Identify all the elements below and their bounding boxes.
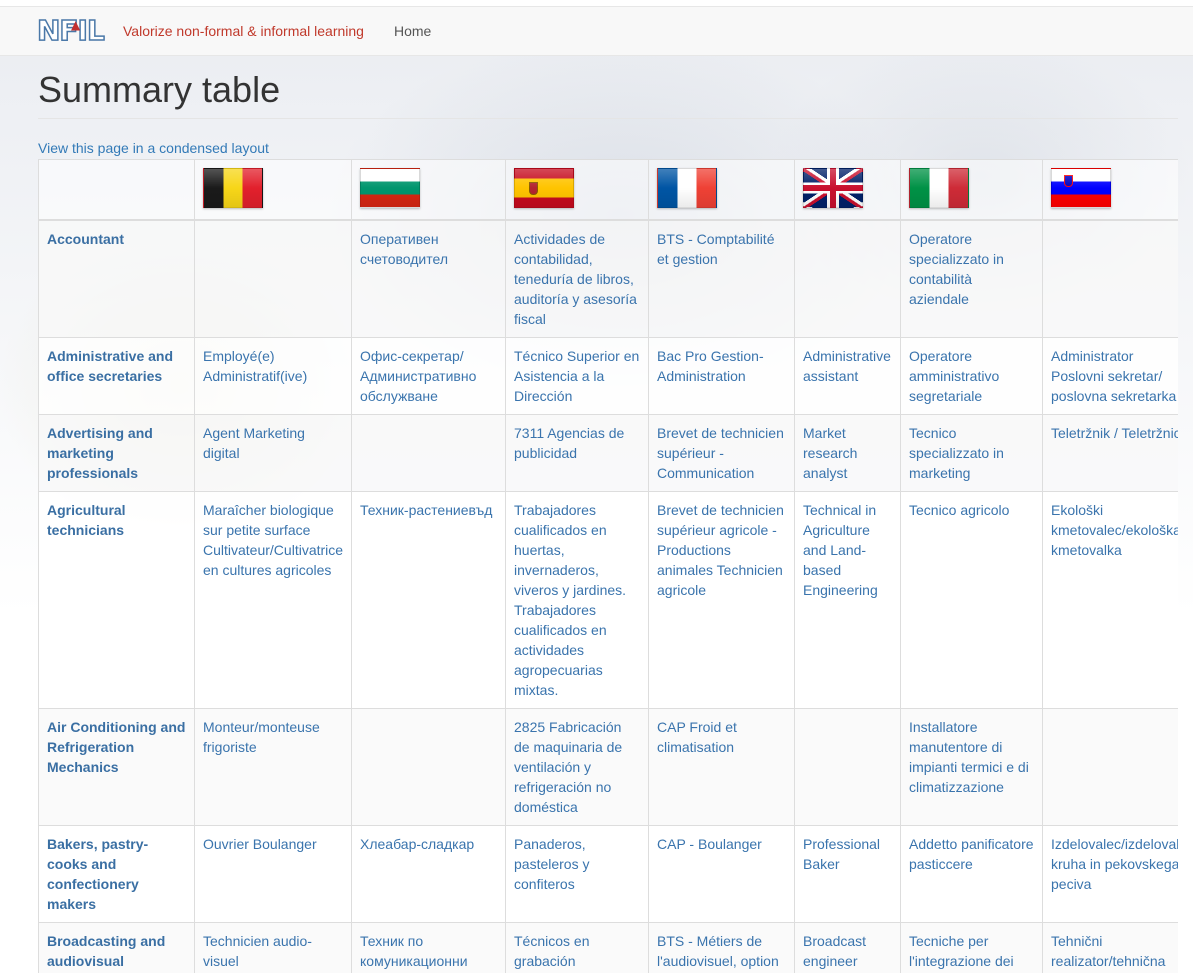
qualification-cell[interactable]: Tehnični realizator/tehnična realizatork… bbox=[1042, 921, 1178, 973]
table-header-row bbox=[38, 159, 1178, 221]
qualification-cell[interactable]: Actividades de contabilidad, teneduría d… bbox=[505, 219, 649, 338]
qualification-cell[interactable]: Monteur/monteuse frigoriste bbox=[194, 707, 352, 826]
qualification-cell[interactable]: Офис-секретар/ Административно обслужван… bbox=[351, 336, 506, 415]
site-logo[interactable]: NFIL ▲ bbox=[36, 15, 109, 47]
qualification-cell bbox=[794, 219, 901, 338]
qualification-cell[interactable]: Técnico Superior en Asistencia a la Dire… bbox=[505, 336, 649, 415]
qualification-cell bbox=[794, 707, 901, 826]
belgium-flag-icon bbox=[203, 168, 263, 208]
qualification-cell[interactable]: Bac Pro Gestion-Administration bbox=[648, 336, 795, 415]
table-row: Administrative and office secretaries Emp… bbox=[38, 336, 1178, 415]
qualification-cell[interactable]: Оперативен счетоводител bbox=[351, 219, 506, 338]
spain-flag-icon bbox=[514, 168, 574, 208]
header-flag-cell bbox=[1042, 159, 1178, 221]
table-row: Agricultural technicians Maraîcher biolog… bbox=[38, 490, 1178, 709]
spain-coat-of-arms-icon bbox=[529, 182, 538, 195]
qualification-cell[interactable]: Operatore specializzato in contabilità a… bbox=[900, 219, 1043, 338]
occupation-row-label[interactable]: Agricultural technicians bbox=[38, 490, 195, 709]
slovenia-coat-of-arms-icon bbox=[1064, 175, 1073, 187]
occupation-row-label[interactable]: Bakers, pastry-cooks and confectionery m… bbox=[38, 824, 195, 923]
occupation-row-label[interactable]: Advertising and marketing professionals bbox=[38, 413, 195, 492]
header-corner-cell bbox=[38, 159, 195, 221]
qualification-cell[interactable]: Administrative assistant bbox=[794, 336, 901, 415]
table-row: Advertising and marketing professionals A… bbox=[38, 413, 1178, 492]
qualification-cell bbox=[194, 219, 352, 338]
qualification-cell[interactable]: Administrator Poslovni sekretar/ poslovn… bbox=[1042, 336, 1178, 415]
qualification-cell[interactable]: Technicien audio-visuel bbox=[194, 921, 352, 973]
qualification-cell[interactable]: CAP - Boulanger bbox=[648, 824, 795, 923]
qualification-cell[interactable]: Brevet de technicien supérieur - Communi… bbox=[648, 413, 795, 492]
qualification-cell[interactable]: Tecniche per l'integrazione dei bbox=[900, 921, 1043, 973]
qualification-cell[interactable]: BTS - Métiers de l'audiovisuel, option bbox=[648, 921, 795, 973]
qualification-cell[interactable]: Professional Baker bbox=[794, 824, 901, 923]
header-flag-cell bbox=[194, 159, 352, 221]
table-row: Bakers, pastry-cooks and confectionery m… bbox=[38, 824, 1178, 923]
header-flag-cell bbox=[505, 159, 649, 221]
summary-table-scroll[interactable]: Accountant Оперативен счетоводител Activid… bbox=[38, 159, 1178, 973]
qualification-cell[interactable]: Broadcast engineer bbox=[794, 921, 901, 973]
qualification-cell[interactable]: 7311 Agencias de publicidad bbox=[505, 413, 649, 492]
uk-flag-icon bbox=[803, 168, 863, 208]
top-navbar: NFIL ▲ Valorize non-formal & informal le… bbox=[0, 6, 1193, 56]
qualification-cell[interactable]: Хлеабар-сладкар bbox=[351, 824, 506, 923]
occupation-row-label[interactable]: Broadcasting and audiovisual bbox=[38, 921, 195, 973]
table-row: Air Conditioning and Refrigeration Mecha… bbox=[38, 707, 1178, 826]
page-title: Summary table bbox=[38, 69, 281, 110]
graduation-cap-icon: ▲ bbox=[71, 18, 80, 32]
occupation-row-label[interactable]: Air Conditioning and Refrigeration Mecha… bbox=[38, 707, 195, 826]
qualification-cell[interactable]: Tecnico specializzato in marketing bbox=[900, 413, 1043, 492]
qualification-cell[interactable]: Market research analyst bbox=[794, 413, 901, 492]
qualification-cell[interactable]: Maraîcher biologique sur petite surface … bbox=[194, 490, 352, 709]
qualification-cell[interactable]: Addetto panificatore pasticcere bbox=[900, 824, 1043, 923]
qualification-cell[interactable]: Panaderos, pasteleros y confiteros bbox=[505, 824, 649, 923]
qualification-cell bbox=[351, 413, 506, 492]
qualification-cell[interactable]: Teletržnik / Teletržnica bbox=[1042, 413, 1178, 492]
summary-table: Accountant Оперативен счетоводител Activid… bbox=[38, 159, 1178, 973]
qualification-cell[interactable]: Trabajadores cualificados en huertas, in… bbox=[505, 490, 649, 709]
qualification-cell bbox=[351, 707, 506, 826]
qualification-cell[interactable]: Izdelovalec/izdelovalka kruha in pekovsk… bbox=[1042, 824, 1178, 923]
france-flag-icon bbox=[657, 168, 717, 208]
table-body: Accountant Оперативен счетоводител Activid… bbox=[38, 219, 1178, 973]
table-row: Broadcasting and audiovisual Technicien a… bbox=[38, 921, 1178, 973]
qualification-cell[interactable]: 2825 Fabricación de maquinaria de ventil… bbox=[505, 707, 649, 826]
qualification-cell[interactable]: CAP Froid et climatisation bbox=[648, 707, 795, 826]
qualification-cell[interactable]: Ekološki kmetovalec/ekološka kmetovalka bbox=[1042, 490, 1178, 709]
occupation-row-label[interactable]: Accountant bbox=[38, 219, 195, 338]
brand-link[interactable]: Valorize non-formal & informal learning bbox=[123, 7, 364, 55]
qualification-cell[interactable]: Operatore amministrativo segretariale bbox=[900, 336, 1043, 415]
header-flag-cell bbox=[900, 159, 1043, 221]
qualification-cell[interactable]: BTS - Comptabilité et gestion bbox=[648, 219, 795, 338]
occupation-row-label[interactable]: Administrative and office secretaries bbox=[38, 336, 195, 415]
header-flag-cell bbox=[648, 159, 795, 221]
qualification-cell[interactable]: Técnicos en grabación bbox=[505, 921, 649, 973]
header-flag-cell bbox=[351, 159, 506, 221]
qualification-cell bbox=[1042, 707, 1178, 826]
bulgaria-flag-icon bbox=[360, 168, 420, 208]
slovenia-flag-icon bbox=[1051, 168, 1111, 208]
nav-home-link[interactable]: Home bbox=[394, 7, 431, 55]
qualification-cell[interactable]: Installatore manutentore di impianti ter… bbox=[900, 707, 1043, 826]
qualification-cell[interactable]: Tecnico agricolo bbox=[900, 490, 1043, 709]
qualification-cell[interactable]: Agent Marketing digital bbox=[194, 413, 352, 492]
qualification-cell[interactable]: Ouvrier Boulanger bbox=[194, 824, 352, 923]
qualification-cell bbox=[1042, 219, 1178, 338]
italy-flag-icon bbox=[909, 168, 969, 208]
title-divider bbox=[38, 118, 1178, 119]
qualification-cell[interactable]: Employé(e) Administratif(ive) bbox=[194, 336, 352, 415]
qualification-cell[interactable]: Technical in Agriculture and Land-based … bbox=[794, 490, 901, 709]
condensed-layout-link[interactable]: View this page in a condensed layout bbox=[38, 140, 269, 156]
qualification-cell[interactable]: Техник-растениевъд bbox=[351, 490, 506, 709]
qualification-cell[interactable]: Техник по комуникационни bbox=[351, 921, 506, 973]
qualification-cell[interactable]: Brevet de technicien supérieur agricole … bbox=[648, 490, 795, 709]
table-row: Accountant Оперативен счетоводител Activid… bbox=[38, 219, 1178, 338]
header-flag-cell bbox=[794, 159, 901, 221]
